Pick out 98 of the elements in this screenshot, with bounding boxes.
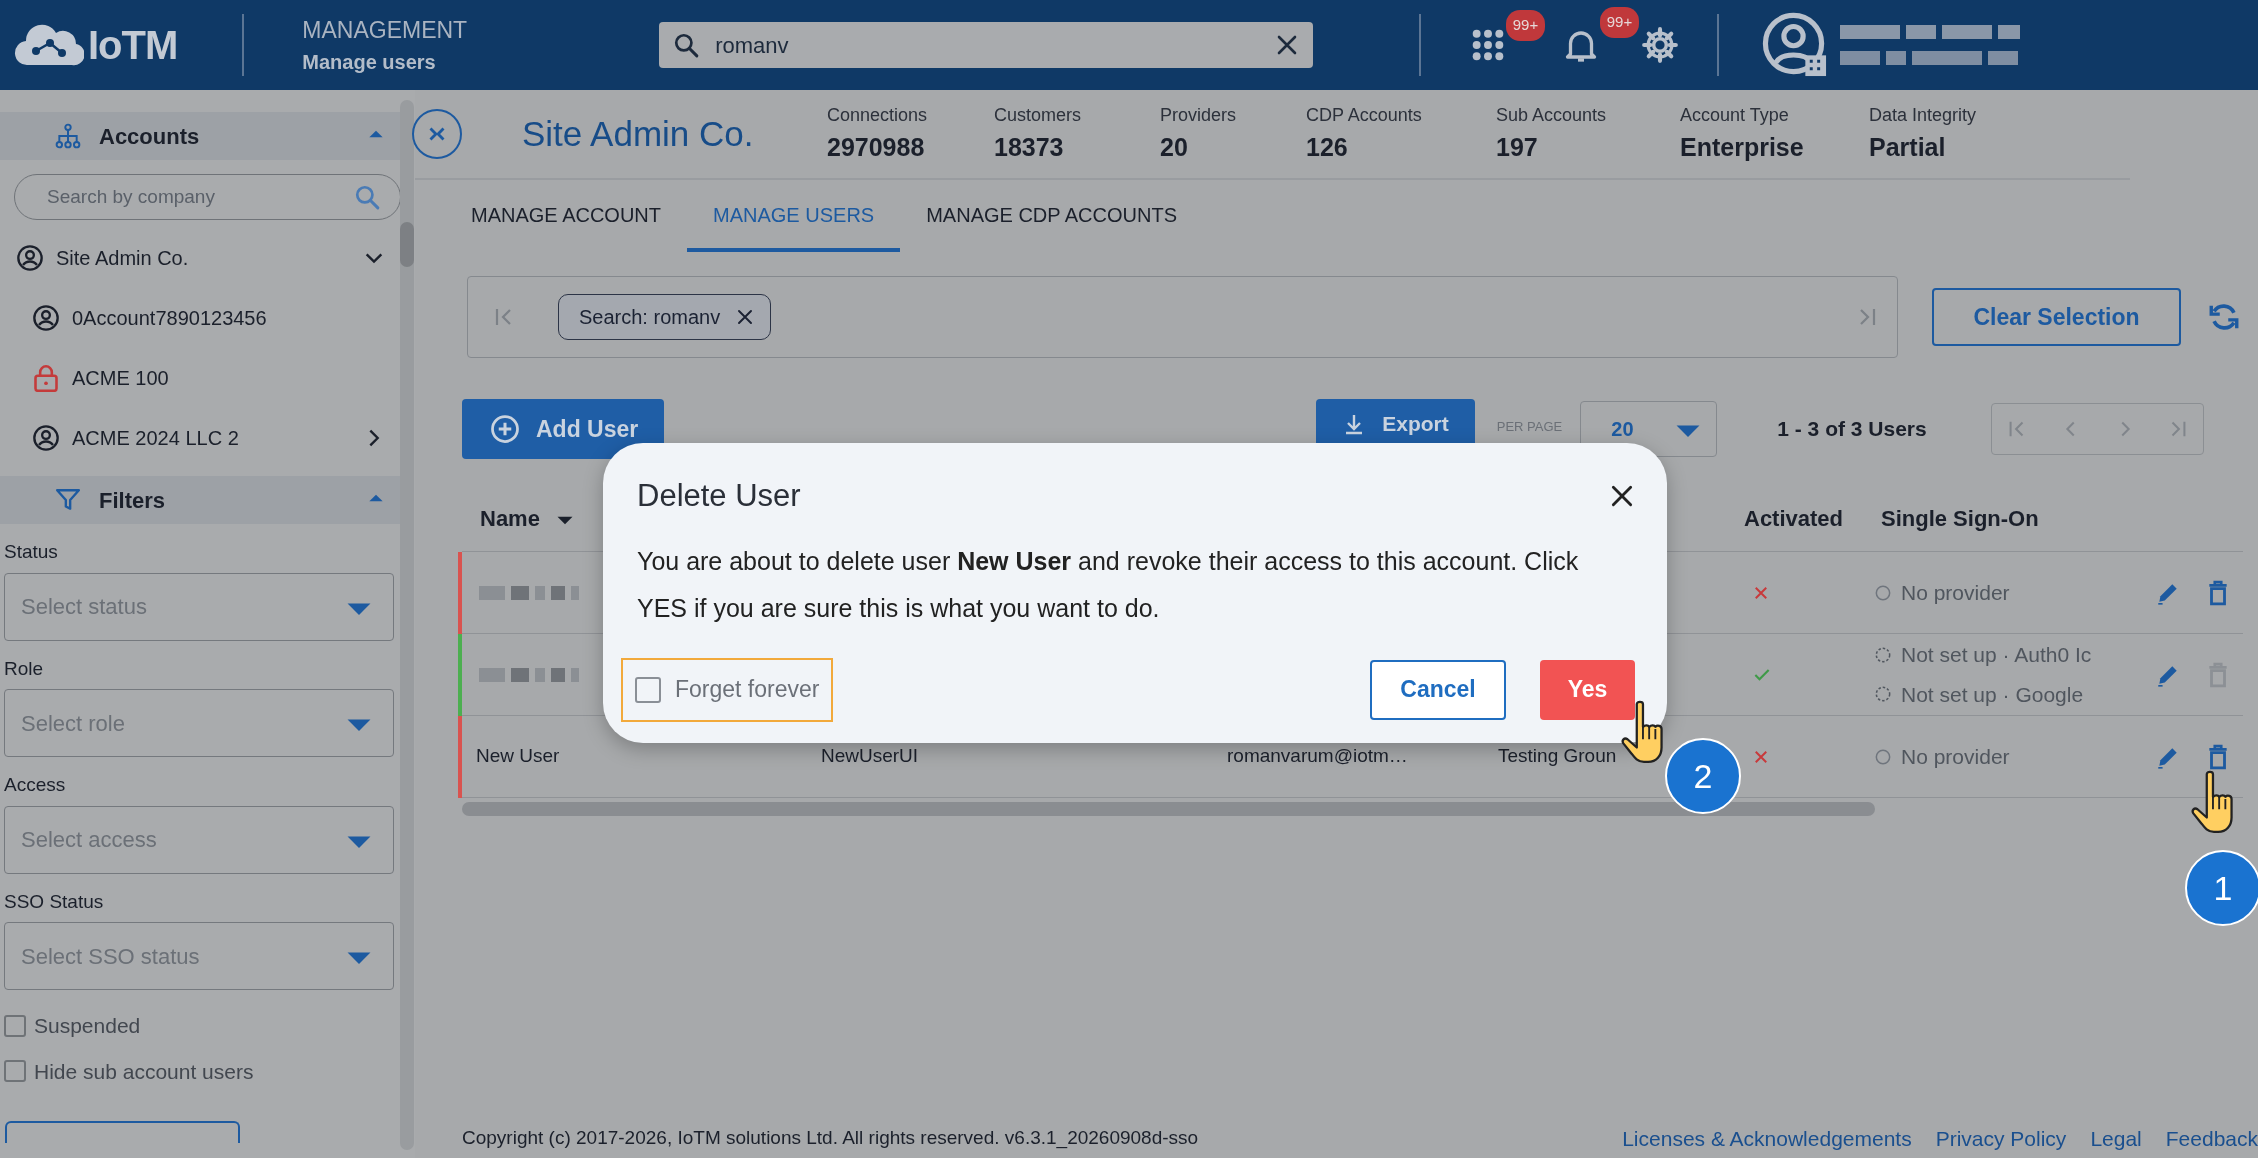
hierarchy-icon [55,123,81,149]
stat-value: 20 [1160,131,1189,163]
sso-status: No provider [1901,579,2010,606]
stat-label: Connections [827,103,929,127]
field-label: Access [4,773,67,797]
chip-label: Search: romanv [579,305,721,330]
column-header[interactable]: Activated [1744,502,1844,535]
stat-label: CDP Accounts [1306,103,1423,127]
dialog-title: Delete User [637,477,801,515]
per-page-label: PER PAGE [1496,418,1563,436]
tab[interactable]: MANAGE CDP ACCOUNTS [900,180,1203,252]
footer-link[interactable]: Privacy Policy [1935,1122,2067,1154]
footer-link[interactable]: Legal [2090,1122,2142,1154]
tree-item-label: ACME 100 [72,366,170,391]
user-circle-icon [16,244,44,272]
search-field[interactable]: romanv [659,22,1314,68]
checkbox-label: Hide sub account users [34,1058,254,1085]
tree-item-label: ACME 2024 LLC 2 [72,426,240,451]
field-label: Status [4,540,59,564]
remove-chip-icon[interactable] [736,308,755,326]
sidebar-button[interactable] [5,1121,240,1143]
checkbox[interactable] [635,676,661,703]
lock-icon [32,364,60,392]
select-value: 20 [1611,417,1635,442]
select-placeholder: Select SSO status [21,942,201,971]
scrollbar-thumb[interactable] [400,222,414,267]
footer-link[interactable]: Licenses & Acknowledgements [1622,1122,1912,1154]
section-title: Filters [99,486,167,515]
section-header[interactable]: Filters [0,476,400,524]
company-name: Site Admin Co. [522,112,755,155]
sso-status: Not set up · Google [1901,681,2084,708]
stat-value: 18373 [994,131,1065,163]
section-title: Accounts [99,122,201,151]
horizontal-scrollbar[interactable] [462,802,1875,816]
stat-value: 2970988 [827,131,926,163]
clear-selection-button[interactable]: Clear Selection [1932,288,2181,346]
table-cell-text: New User [476,744,560,769]
tree-item[interactable]: ACME 100 [0,348,415,408]
table-cell-text: romanvarum@iotm… [1227,744,1408,769]
column-header[interactable]: Single Sign-On [1881,502,2039,535]
filter-chip[interactable]: Search: romanv [558,294,772,340]
select-placeholder: Select access [21,826,158,854]
stat-label: Sub Accounts [1496,103,1608,127]
field-label: SSO Status [4,889,105,914]
page-range: 1 - 3 of 3 Users [1777,416,1928,443]
yes-button[interactable]: Yes [1540,659,1635,720]
dialog-message: You are about to delete user New User and revoke their access to this account. Click YES if you are sure this is what you want to do. [637,545,1580,624]
tree-item[interactable]: Site Admin Co. [0,228,415,288]
search-value: romanv [715,31,790,60]
stat-value: Partial [1869,131,1947,163]
tab[interactable]: MANAGE USERS [687,180,901,252]
stat-label: Customers [994,103,1083,127]
tree-item-label: Site Admin Co. [56,246,190,271]
stat-label: Data Integrity [1869,103,1978,127]
user-circle-icon [32,304,60,332]
field-label: Role [4,656,45,681]
stat-value: Enterprise [1680,131,1805,163]
sso-status: No provider [1901,743,2010,770]
logo-text: IoTM [88,22,178,69]
column-header[interactable]: Name [480,502,540,535]
tree-item-label: 0Account7890123456 [72,306,268,331]
table-cell-text: Testing Groun [1498,744,1617,769]
plus-circle-icon [490,414,520,444]
select-placeholder: Select status [21,593,148,621]
stat-value: 197 [1496,131,1539,163]
notification-badge: 99+ [1505,10,1546,41]
checkbox[interactable] [4,1014,26,1037]
step-number: 2 [1665,738,1741,814]
checkbox[interactable] [4,1060,26,1083]
checkbox-label: Forget forever [675,675,820,705]
section-title: MANAGEMENT [302,15,468,45]
stat-label: Account Type [1680,103,1790,127]
sso-status: Not set up · Auth0 Ic [1901,642,2092,668]
page-title: Manage users [302,50,437,76]
collapse-sidebar-button[interactable] [412,109,462,159]
search-placeholder: Search by company [47,184,216,209]
section-header[interactable]: Accounts [0,112,400,160]
forget-forever-checkbox[interactable]: Forget forever [621,657,834,722]
stat-label: Providers [1160,103,1238,127]
copyright-text: Copyright (c) 2017-2026, IoTM solutions Ltd. All rights reserved. v6.3.1_20260908d-sso [462,1126,1200,1151]
funnel-icon [55,487,81,513]
search-icon [673,32,700,58]
settings-icon[interactable] [1641,26,1680,64]
tree-item[interactable]: ACME 2024 LLC 2 [0,408,415,468]
tab[interactable]: MANAGE ACCOUNT [445,180,688,252]
table-cell-text: NewUserUI [821,744,919,769]
search-icon[interactable] [354,184,380,210]
cancel-button[interactable]: Cancel [1370,659,1506,720]
apps-grid-icon[interactable] [1471,28,1506,62]
footer-link[interactable]: Feedback [2165,1122,2258,1154]
add-user-button[interactable]: Add User [462,399,665,459]
step-number: 1 [2185,850,2258,926]
user-circle-icon [32,424,60,452]
stat-value: 126 [1306,131,1349,163]
checkbox-label: Suspended [34,1013,141,1039]
select-placeholder: Select role [21,709,126,738]
notification-badge: 99+ [1599,7,1640,38]
tree-item[interactable]: 0Account7890123456 [0,288,415,348]
